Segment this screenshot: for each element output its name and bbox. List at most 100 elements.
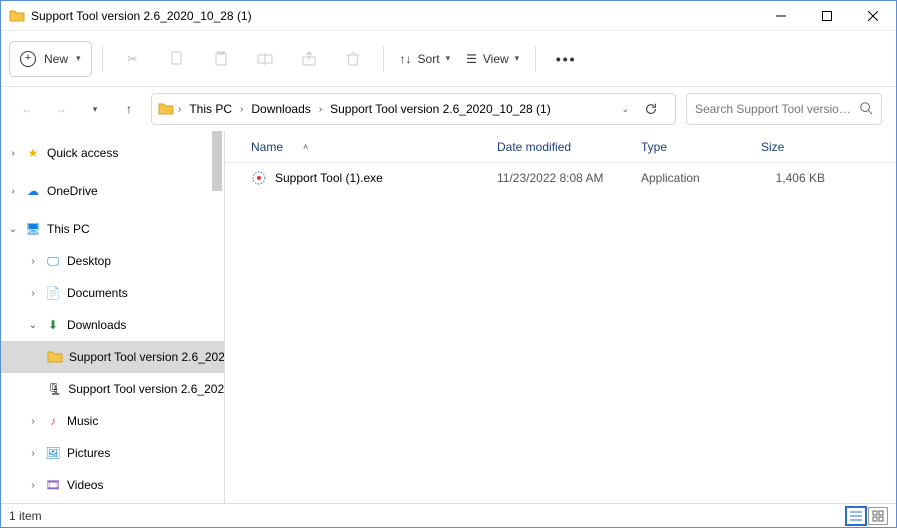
chevron-right-icon: › (27, 288, 39, 299)
col-date[interactable]: Date modified (489, 140, 633, 154)
col-size[interactable]: Size (753, 140, 833, 154)
chevron-down-icon: ⌄ (7, 224, 19, 235)
close-button[interactable] (850, 1, 896, 31)
document-icon: 📄 (45, 285, 61, 301)
tree-videos[interactable]: ›🎞Videos (1, 469, 224, 501)
window-title: Support Tool version 2.6_2020_10_28 (1) (31, 9, 758, 23)
back-button[interactable]: ← (15, 97, 39, 121)
view-label: View (483, 52, 509, 66)
copy-button[interactable] (157, 41, 197, 77)
forward-button[interactable]: → (49, 97, 73, 121)
folder-icon (9, 8, 25, 24)
tree-this-pc[interactable]: ⌄🖥This PC (1, 213, 224, 245)
view-icon: ☰ (466, 52, 477, 66)
status-bar: 1 item (1, 503, 896, 527)
tree-documents[interactable]: ›📄Documents (1, 277, 224, 309)
separator (102, 46, 103, 72)
details-view-toggle[interactable] (846, 507, 866, 525)
file-row[interactable]: Support Tool (1).exe 11/23/2022 8:08 AM … (225, 163, 896, 193)
folder-icon (47, 349, 63, 365)
picture-icon: 🖼 (45, 445, 61, 461)
download-icon: ⬇ (45, 317, 61, 333)
separator (383, 46, 384, 72)
star-icon: ★ (25, 145, 41, 161)
ellipsis-icon: ••• (556, 51, 577, 67)
file-type: Application (633, 171, 753, 185)
titlebar: Support Tool version 2.6_2020_10_28 (1) (1, 1, 896, 31)
toolbar: + New ▾ ✂ ↑↓ Sort ▾ ☰ View ▾ ••• (1, 31, 896, 87)
chevron-right-icon: › (27, 448, 39, 459)
chevron-right-icon: › (178, 104, 181, 115)
sort-label: Sort (418, 52, 440, 66)
tree-downloads[interactable]: ⌄⬇Downloads (1, 309, 224, 341)
tree-dl-child[interactable]: 🗜Support Tool version 2.6_2020_10_28 (1, 373, 224, 405)
separator (535, 46, 536, 72)
folder-icon (158, 101, 174, 117)
more-button[interactable]: ••• (546, 41, 586, 77)
tree-quick-access[interactable]: ›★Quick access (1, 137, 224, 169)
monitor-icon: 🖥 (25, 221, 41, 237)
file-size: 1,406 KB (753, 171, 833, 185)
view-button[interactable]: ☰ View ▾ (460, 41, 525, 77)
chevron-right-icon: › (27, 256, 39, 267)
chevron-down-icon: ⌄ (27, 320, 39, 331)
cut-button[interactable]: ✂ (113, 41, 153, 77)
share-button[interactable] (289, 41, 329, 77)
tree-pictures[interactable]: ›🖼Pictures (1, 437, 224, 469)
chevron-right-icon: › (7, 148, 19, 159)
chevron-right-icon: › (7, 186, 19, 197)
address-bar[interactable]: › This PC › Downloads › Support Tool ver… (151, 93, 676, 125)
zip-icon: 🗜 (47, 381, 62, 397)
recent-button[interactable]: ▾ (83, 97, 107, 121)
sort-button[interactable]: ↑↓ Sort ▾ (394, 41, 457, 77)
cloud-icon: ☁ (25, 183, 41, 199)
share-icon (301, 51, 317, 67)
tree-desktop[interactable]: ›🖵Desktop (1, 245, 224, 277)
copy-icon (169, 51, 185, 67)
breadcrumb-downloads[interactable]: Downloads (247, 94, 314, 124)
thumbnails-view-toggle[interactable] (868, 507, 888, 525)
chevron-down-icon: ▾ (515, 53, 520, 64)
file-date: 11/23/2022 8:08 AM (489, 171, 633, 185)
plus-icon: + (20, 51, 36, 67)
minimize-button[interactable] (758, 1, 804, 31)
delete-button[interactable] (333, 41, 373, 77)
sort-asc-icon: ˄ (303, 142, 308, 152)
refresh-button[interactable] (633, 93, 669, 125)
search-box[interactable] (686, 93, 882, 125)
exe-icon (251, 170, 267, 186)
address-row: ← → ▾ ↑ › This PC › Downloads › Support … (1, 87, 896, 131)
paste-button[interactable] (201, 41, 241, 77)
sort-icon: ↑↓ (400, 52, 412, 66)
new-button[interactable]: + New ▾ (9, 41, 92, 77)
breadcrumb-current[interactable]: Support Tool version 2.6_2020_10_28 (1) (326, 94, 555, 124)
breadcrumb-root[interactable]: This PC (185, 94, 236, 124)
rename-button[interactable] (245, 41, 285, 77)
chevron-right-icon: › (27, 480, 39, 491)
tree-scrollbar[interactable] (212, 131, 222, 191)
tree-onedrive[interactable]: ›☁OneDrive (1, 175, 224, 207)
chevron-right-icon: › (240, 104, 243, 115)
desktop-icon: 🖵 (45, 253, 61, 269)
item-count: 1 item (9, 509, 42, 523)
file-name: Support Tool (1).exe (275, 171, 383, 185)
search-input[interactable] (695, 102, 855, 116)
chevron-right-icon: › (319, 104, 322, 115)
file-list: Name˄ Date modified Type Size Support To… (225, 131, 896, 503)
main-area: ›★Quick access ›☁OneDrive ⌄🖥This PC ›🖵De… (1, 131, 896, 503)
scissors-icon: ✂ (128, 52, 138, 66)
col-type[interactable]: Type (633, 140, 753, 154)
chevron-down-icon: ▾ (93, 104, 98, 115)
maximize-button[interactable] (804, 1, 850, 31)
tree-music[interactable]: ›♪Music (1, 405, 224, 437)
refresh-icon (644, 102, 658, 116)
music-icon: ♪ (45, 413, 61, 429)
clipboard-icon (213, 51, 229, 67)
up-button[interactable]: ↑ (117, 97, 141, 121)
new-label: New (44, 52, 68, 66)
chevron-down-icon: ▾ (76, 53, 81, 64)
video-icon: 🎞 (45, 477, 61, 493)
chevron-down-icon[interactable]: ⌄ (621, 104, 629, 115)
col-name[interactable]: Name˄ (243, 140, 489, 154)
tree-dl-child-selected[interactable]: Support Tool version 2.6_2020_10_28 (1) (1, 341, 224, 373)
